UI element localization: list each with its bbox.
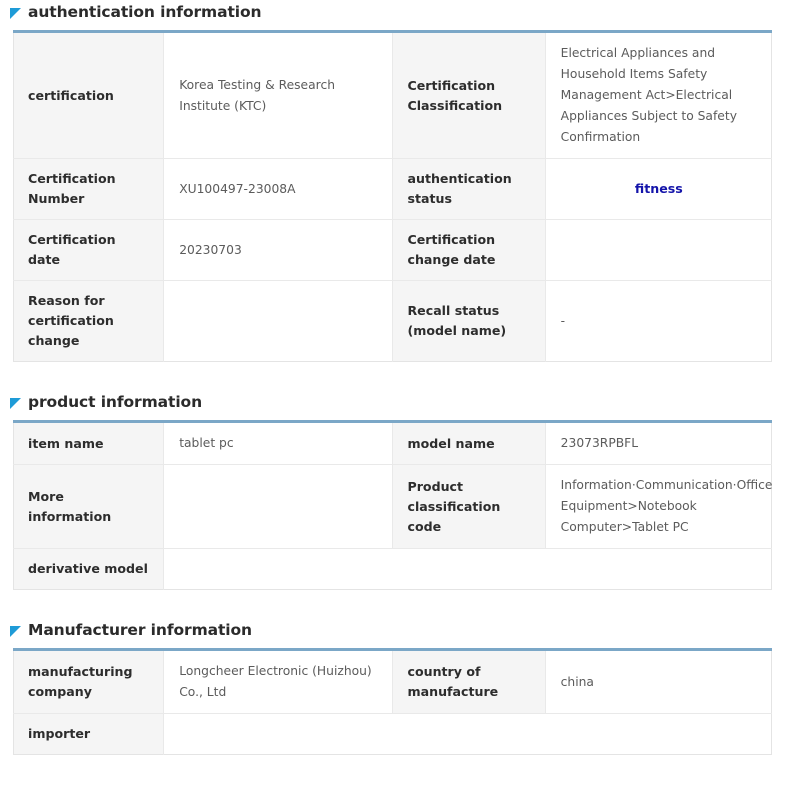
status-badge: fitness [635, 181, 683, 196]
label-certification-number: Certification Number [14, 159, 164, 220]
table-row: importer [14, 714, 772, 755]
label-authentication-status: authentication status [393, 159, 545, 220]
table-row: manufacturing company Longcheer Electron… [14, 651, 772, 714]
label-manufacturing-company: manufacturing company [14, 651, 164, 714]
section-header-manufacturer: Manufacturer information [0, 618, 785, 648]
label-certification: certification [14, 33, 164, 159]
label-certification-change-date: Certification change date [393, 220, 545, 281]
label-more-information: More information [14, 465, 164, 549]
value-derivative-model [164, 549, 772, 590]
value-country-of-manufacture: china [545, 651, 771, 714]
flag-triangle-icon [10, 626, 21, 637]
value-reason-for-certification-change [164, 281, 393, 362]
manufacturer-table: manufacturing company Longcheer Electron… [13, 651, 772, 755]
product-table: item name tablet pc model name 23073RPBF… [13, 423, 772, 590]
authentication-table: certification Korea Testing & Research I… [13, 33, 772, 362]
value-item-name: tablet pc [164, 423, 393, 465]
value-more-information [164, 465, 393, 549]
label-derivative-model: derivative model [14, 549, 164, 590]
label-certification-classification: Certification Classification [393, 33, 545, 159]
certification-detail-page: authentication information certification… [0, 0, 785, 755]
table-row: derivative model [14, 549, 772, 590]
label-item-name: item name [14, 423, 164, 465]
value-recall-status: - [545, 281, 771, 362]
value-certification-change-date [545, 220, 771, 281]
section-authentication-information: authentication information certification… [0, 0, 785, 362]
value-certification: Korea Testing & Research Institute (KTC) [164, 33, 393, 159]
value-certification-classification: Electrical Appliances and Household Item… [545, 33, 771, 159]
value-model-name: 23073RPBFL [545, 423, 771, 465]
section-product-information: product information item name tablet pc … [0, 390, 785, 590]
value-authentication-status: fitness [545, 159, 771, 220]
section-header-product: product information [0, 390, 785, 420]
flag-triangle-icon [10, 8, 21, 19]
label-reason-for-certification-change: Reason for certification change [14, 281, 164, 362]
manufacturer-table-wrap: manufacturing company Longcheer Electron… [13, 648, 772, 755]
label-country-of-manufacture: country of manufacture [393, 651, 545, 714]
label-product-classification-code: Product classification code [393, 465, 545, 549]
section-title-manufacturer: Manufacturer information [28, 621, 252, 639]
section-header-authentication: authentication information [0, 0, 785, 30]
section-title-authentication: authentication information [28, 3, 261, 21]
section-spacer [0, 362, 785, 390]
table-row: item name tablet pc model name 23073RPBF… [14, 423, 772, 465]
value-importer [164, 714, 772, 755]
section-spacer [0, 590, 785, 618]
label-importer: importer [14, 714, 164, 755]
authentication-table-wrap: certification Korea Testing & Research I… [13, 30, 772, 362]
product-table-wrap: item name tablet pc model name 23073RPBF… [13, 420, 772, 590]
section-title-product: product information [28, 393, 202, 411]
section-manufacturer-information: Manufacturer information manufacturing c… [0, 618, 785, 755]
label-certification-date: Certification date [14, 220, 164, 281]
table-row: Certification Number XU100497-23008A aut… [14, 159, 772, 220]
flag-triangle-icon [10, 398, 21, 409]
table-row: certification Korea Testing & Research I… [14, 33, 772, 159]
table-row: Certification date 20230703 Certificatio… [14, 220, 772, 281]
value-manufacturing-company: Longcheer Electronic (Huizhou) Co., Ltd [164, 651, 393, 714]
label-recall-status: Recall status (model name) [393, 281, 545, 362]
table-row: Reason for certification change Recall s… [14, 281, 772, 362]
label-model-name: model name [393, 423, 545, 465]
table-row: More information Product classification … [14, 465, 772, 549]
value-product-classification-code: Information·Communication·Office Equipme… [545, 465, 771, 549]
value-certification-number: XU100497-23008A [164, 159, 393, 220]
value-certification-date: 20230703 [164, 220, 393, 281]
